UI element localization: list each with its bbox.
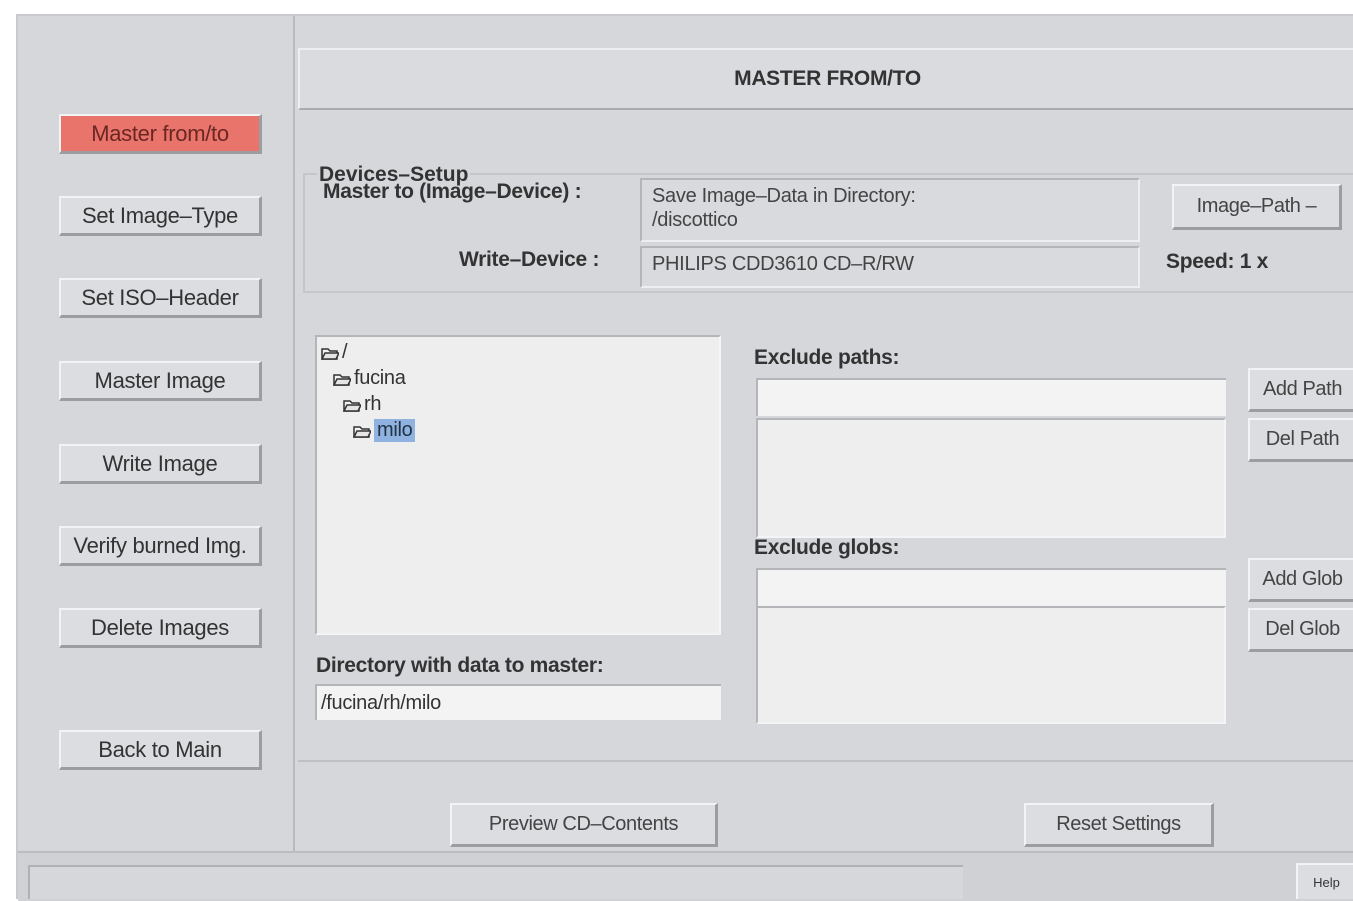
status-message-field: [28, 865, 963, 899]
add-glob-button[interactable]: Add Glob: [1248, 558, 1353, 602]
preview-cd-contents-button[interactable]: Preview CD–Contents: [450, 803, 718, 847]
sidebar: Master from/to Set Image–Type Set ISO–He…: [18, 16, 295, 851]
sidebar-item-write-image[interactable]: Write Image: [59, 444, 262, 484]
main-panel: MASTER FROM/TO Devices–Setup Master to (…: [298, 48, 1353, 853]
page-title: MASTER FROM/TO: [298, 48, 1353, 110]
speed-label: Speed: 1 x: [1166, 250, 1269, 273]
sidebar-item-set-image-type[interactable]: Set Image–Type: [59, 196, 262, 236]
tree-item-milo[interactable]: milo: [353, 419, 416, 442]
master-to-label: Master to (Image–Device) :: [323, 180, 582, 203]
exclude-globs-list[interactable]: [756, 606, 1226, 724]
add-path-button[interactable]: Add Path: [1248, 368, 1353, 412]
footer-separator: [298, 760, 1353, 762]
master-window: Master from/to Set Image–Type Set ISO–He…: [16, 14, 1353, 901]
folder-open-icon: [321, 347, 339, 360]
tree-item-label: milo: [374, 419, 416, 442]
image-path-button[interactable]: Image–Path –: [1172, 184, 1342, 230]
exclude-paths-label: Exclude paths:: [754, 346, 900, 369]
directory-input[interactable]: /fucina/rh/milo: [315, 684, 721, 720]
tree-item-label: rh: [364, 393, 382, 415]
help-button[interactable]: Help: [1296, 863, 1353, 899]
master-to-line1: Save Image–Data in Directory:: [652, 185, 916, 207]
exclude-globs-input[interactable]: [756, 568, 1226, 606]
del-glob-button[interactable]: Del Glob: [1248, 608, 1353, 652]
folder-open-icon: [333, 373, 351, 386]
tree-item-label: /: [342, 341, 348, 363]
directory-label: Directory with data to master:: [316, 654, 604, 677]
sidebar-item-verify-burned-img[interactable]: Verify burned Img.: [59, 526, 262, 566]
exclude-paths-input[interactable]: [756, 378, 1226, 416]
tree-item-rh[interactable]: rh: [343, 393, 381, 416]
master-to-field: Save Image–Data in Directory: /discottic…: [640, 178, 1140, 242]
reset-settings-button[interactable]: Reset Settings: [1024, 803, 1214, 847]
directory-tree[interactable]: / fucina rh milo: [315, 335, 721, 635]
tree-item-label: fucina: [354, 367, 406, 389]
folder-open-icon: [353, 425, 371, 438]
status-bar: Help: [18, 851, 1353, 901]
sidebar-item-delete-images[interactable]: Delete Images: [59, 608, 262, 648]
tree-item-root[interactable]: /: [321, 341, 348, 364]
folder-open-icon: [343, 399, 361, 412]
exclude-globs-label: Exclude globs:: [754, 536, 900, 559]
exclude-paths-list[interactable]: [756, 418, 1226, 538]
sidebar-item-master-image[interactable]: Master Image: [59, 361, 262, 401]
master-to-line2: /discottico: [652, 209, 738, 231]
del-path-button[interactable]: Del Path: [1248, 418, 1353, 462]
sidebar-item-back-to-main[interactable]: Back to Main: [59, 730, 262, 770]
sidebar-item-master-from-to[interactable]: Master from/to: [59, 114, 262, 154]
write-device-label: Write–Device :: [459, 248, 600, 271]
tree-item-fucina[interactable]: fucina: [333, 367, 406, 390]
write-device-field[interactable]: PHILIPS CDD3610 CD–R/RW: [640, 246, 1140, 288]
sidebar-item-set-iso-header[interactable]: Set ISO–Header: [59, 278, 262, 318]
